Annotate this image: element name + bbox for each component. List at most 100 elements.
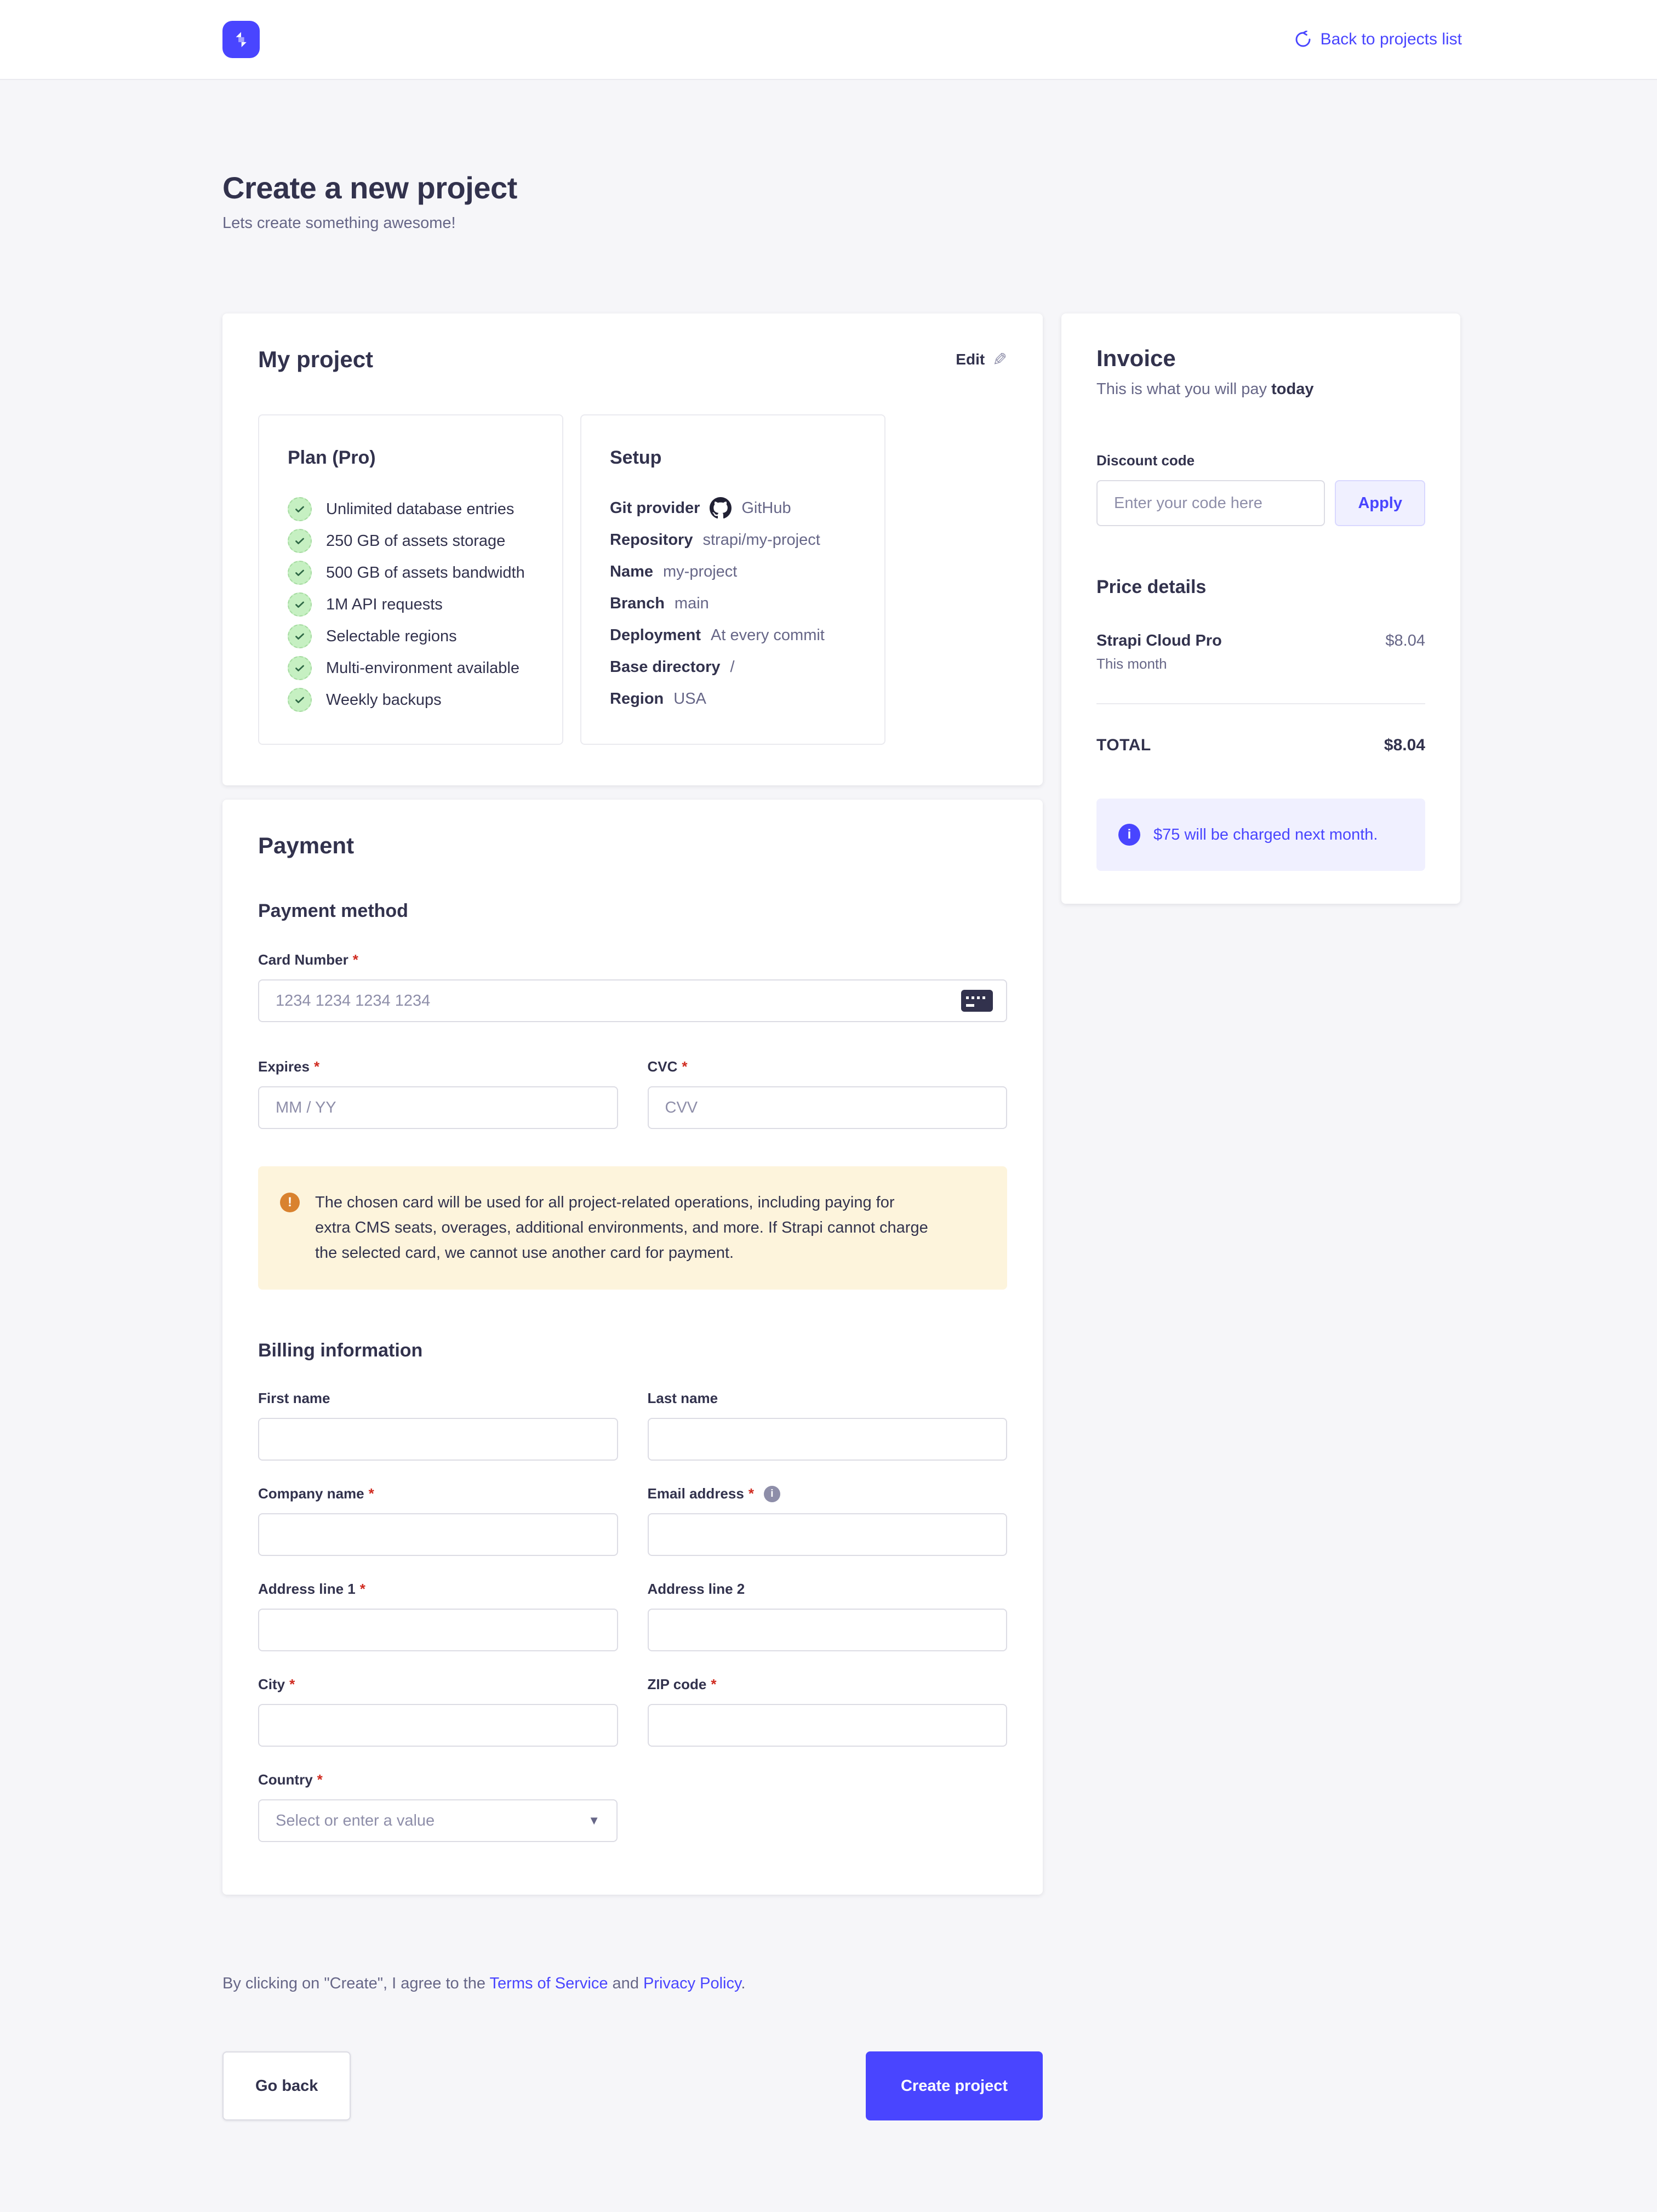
field-label: City*: [258, 1676, 618, 1693]
required-asterisk: *: [369, 1485, 374, 1502]
footer-buttons: Go back Create project: [222, 2051, 1043, 2120]
plan-feature: Multi-environment available: [288, 656, 534, 680]
go-back-button[interactable]: Go back: [222, 2051, 351, 2120]
line-item-amount: $8.04: [1385, 632, 1425, 650]
setup-panel: Setup Git providerGitHubRepositorystrapi…: [580, 414, 885, 745]
strapi-logo-icon: [230, 28, 253, 51]
setup-row-label: Deployment: [610, 626, 701, 645]
check-icon: [288, 624, 312, 648]
text-input[interactable]: [258, 1704, 618, 1747]
apply-button[interactable]: Apply: [1335, 480, 1425, 526]
setup-row: Repository strapi/my-project: [610, 529, 856, 551]
billing-field: Last name: [648, 1390, 1008, 1461]
terms-of-service-link[interactable]: Terms of Service: [490, 1975, 608, 1992]
check-icon: [288, 529, 312, 553]
plan-feature: Weekly backups: [288, 688, 534, 712]
privacy-policy-link[interactable]: Privacy Policy: [643, 1975, 741, 1992]
plan-feature: 1M API requests: [288, 592, 534, 617]
invoice-card: Invoice This is what you will pay today …: [1061, 313, 1460, 904]
plan-feature-label: Selectable regions: [326, 628, 457, 646]
field-label: ZIP code*: [648, 1676, 1008, 1693]
cvc-input[interactable]: [648, 1086, 1008, 1129]
setup-row-label: Repository: [610, 531, 693, 549]
text-input[interactable]: [648, 1513, 1008, 1556]
billing-field: Company name*: [258, 1485, 618, 1556]
required-asterisk: *: [360, 1581, 365, 1598]
next-month-note: i $75 will be charged next month.: [1096, 799, 1425, 871]
setup-row-label: Branch: [610, 595, 665, 613]
plan-feature: Unlimited database entries: [288, 497, 534, 521]
discount-code-input[interactable]: [1096, 480, 1325, 526]
field-label: Email address*i: [648, 1485, 1008, 1502]
card-number-input[interactable]: [258, 979, 1007, 1022]
setup-row-value: main: [675, 595, 709, 613]
billing-rows: First name Last name Company name* Email ad…: [258, 1390, 1007, 1842]
plan-feature: 500 GB of assets bandwidth: [288, 561, 534, 585]
required-asterisk: *: [317, 1771, 323, 1788]
back-to-projects-link[interactable]: Back to projects list: [1294, 30, 1462, 49]
setup-row-label: Git provider: [610, 499, 700, 517]
required-asterisk: *: [314, 1058, 319, 1075]
setup-row-label: Region: [610, 690, 664, 708]
required-asterisk: *: [711, 1676, 716, 1693]
billing-form-row: Country* Select or enter a value▼: [258, 1771, 1007, 1842]
billing-form-row: Company name* Email address*i: [258, 1485, 1007, 1556]
text-input[interactable]: [648, 1418, 1008, 1461]
setup-row: Base directory/: [610, 656, 856, 678]
expires-input[interactable]: [258, 1086, 618, 1129]
top-bar: Back to projects list: [0, 0, 1657, 80]
billing-field: City*: [258, 1676, 618, 1747]
field-label: Country*: [258, 1771, 618, 1788]
edit-label: Edit: [956, 351, 985, 368]
create-project-button[interactable]: Create project: [866, 2051, 1043, 2120]
text-input[interactable]: [258, 1418, 618, 1461]
setup-row-value: strapi/my-project: [702, 531, 820, 549]
billing-field: Address line 2: [648, 1581, 1008, 1651]
plan-feature-label: Unlimited database entries: [326, 500, 514, 518]
setup-row-value: USA: [673, 690, 706, 708]
page-subtitle: Lets create something awesome!: [222, 214, 1657, 232]
setup-row: Region USA: [610, 688, 856, 710]
total-amount: $8.04: [1384, 736, 1425, 755]
text-input[interactable]: [648, 1609, 1008, 1651]
check-icon: [288, 592, 312, 617]
project-card-title: My project: [258, 346, 373, 373]
info-icon: i: [764, 1486, 780, 1502]
page-head: Create a new project Lets create somethi…: [222, 170, 1657, 232]
cvc-label: CVC*: [648, 1058, 1008, 1075]
plan-feature: 250 GB of assets storage: [288, 529, 534, 553]
setup-row-label: Base directory: [610, 658, 721, 676]
billing-form-row: Address line 1* Address line 2: [258, 1581, 1007, 1651]
billing-title: Billing information: [258, 1340, 1007, 1361]
plan-feature-label: 500 GB of assets bandwidth: [326, 564, 525, 582]
line-item-name: Strapi Cloud Pro: [1096, 632, 1222, 650]
setup-row: Branch main: [610, 592, 856, 614]
billing-field: First name: [258, 1390, 618, 1461]
billing-form-row: City* ZIP code*: [258, 1676, 1007, 1747]
text-input[interactable]: [258, 1609, 618, 1651]
plan-feature-label: Multi-environment available: [326, 659, 519, 677]
pencil-icon: ✎: [992, 349, 1007, 370]
price-line-item: Strapi Cloud Pro $8.04: [1096, 632, 1425, 650]
country-select[interactable]: Select or enter a value▼: [258, 1799, 618, 1842]
edit-button[interactable]: Edit ✎: [956, 349, 1007, 370]
billing-form-row: First name Last name: [258, 1390, 1007, 1461]
setup-rows: Git providerGitHubRepositorystrapi/my-pr…: [610, 497, 856, 710]
setup-row: Namemy-project: [610, 561, 856, 583]
card-usage-warning: ! The chosen card will be used for all p…: [258, 1166, 1007, 1290]
text-input[interactable]: [258, 1513, 618, 1556]
info-icon: i: [1118, 824, 1140, 846]
billing-field: ZIP code*: [648, 1676, 1008, 1747]
plan-feature-list: Unlimited database entries 250 GB of asse…: [288, 497, 534, 712]
invoice-divider: [1096, 703, 1425, 704]
warning-icon: !: [280, 1193, 300, 1212]
field-label: First name: [258, 1390, 618, 1407]
billing-field: Address line 1*: [258, 1581, 618, 1651]
strapi-logo[interactable]: [222, 21, 260, 58]
text-input[interactable]: [648, 1704, 1008, 1747]
page-title: Create a new project: [222, 170, 1657, 206]
setup-row-value: At every commit: [711, 626, 825, 645]
setup-row-value: my-project: [663, 563, 737, 581]
note-text: $75 will be charged next month.: [1153, 826, 1378, 844]
plan-panel: Plan (Pro) Unlimited database entries250…: [258, 414, 563, 745]
